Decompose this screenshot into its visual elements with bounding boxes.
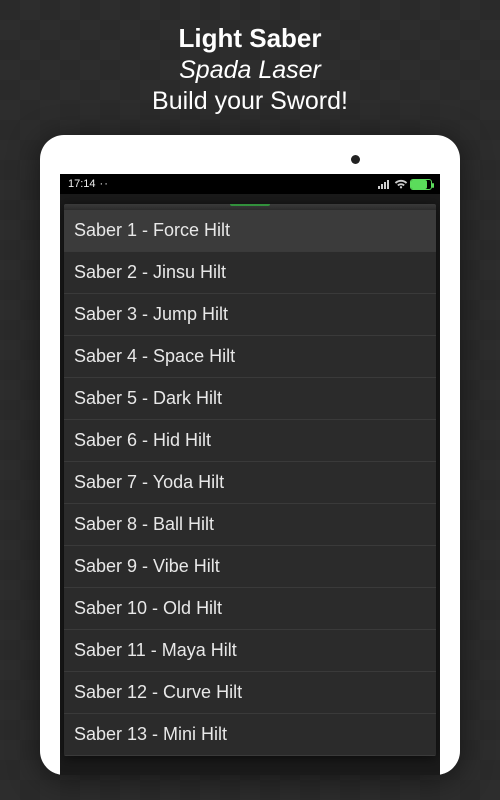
tablet-camera (351, 155, 360, 164)
title-line-3: Build your Sword! (152, 86, 348, 117)
list-item[interactable]: Saber 13 - Mini Hilt (64, 714, 436, 756)
app-area: Saber 1 - Force HiltSaber 2 - Jinsu Hilt… (60, 194, 440, 775)
list-item[interactable]: Saber 4 - Space Hilt (64, 336, 436, 378)
popup-handle (64, 204, 436, 210)
list-item[interactable]: Saber 5 - Dark Hilt (64, 378, 436, 420)
status-time: 17:14 (68, 178, 96, 190)
title-line-2: Spada Laser (152, 55, 348, 86)
status-dots: ·· (100, 178, 109, 190)
title-line-1: Light Saber (152, 22, 348, 55)
promo-header: Light Saber Spada Laser Build your Sword… (152, 22, 348, 117)
signal-icon (378, 179, 390, 189)
saber-list[interactable]: Saber 1 - Force HiltSaber 2 - Jinsu Hilt… (64, 210, 436, 756)
wifi-icon (394, 179, 406, 189)
list-item[interactable]: Saber 1 - Force Hilt (64, 210, 436, 252)
tablet-screen: 17:14 ·· Saber 1 - Force HiltSaber 2 - J… (60, 174, 440, 775)
list-item[interactable]: Saber 3 - Jump Hilt (64, 294, 436, 336)
saber-select-popup: Saber 1 - Force HiltSaber 2 - Jinsu Hilt… (64, 204, 436, 756)
list-item[interactable]: Saber 9 - Vibe Hilt (64, 546, 436, 588)
battery-icon (410, 179, 432, 190)
list-item[interactable]: Saber 7 - Yoda Hilt (64, 462, 436, 504)
list-item[interactable]: Saber 2 - Jinsu Hilt (64, 252, 436, 294)
list-item[interactable]: Saber 11 - Maya Hilt (64, 630, 436, 672)
list-item[interactable]: Saber 6 - Hid Hilt (64, 420, 436, 462)
list-item[interactable]: Saber 10 - Old Hilt (64, 588, 436, 630)
list-item[interactable]: Saber 8 - Ball Hilt (64, 504, 436, 546)
tablet-frame: 17:14 ·· Saber 1 - Force HiltSaber 2 - J… (40, 135, 460, 775)
list-item[interactable]: Saber 12 - Curve Hilt (64, 672, 436, 714)
status-bar: 17:14 ·· (60, 174, 440, 194)
